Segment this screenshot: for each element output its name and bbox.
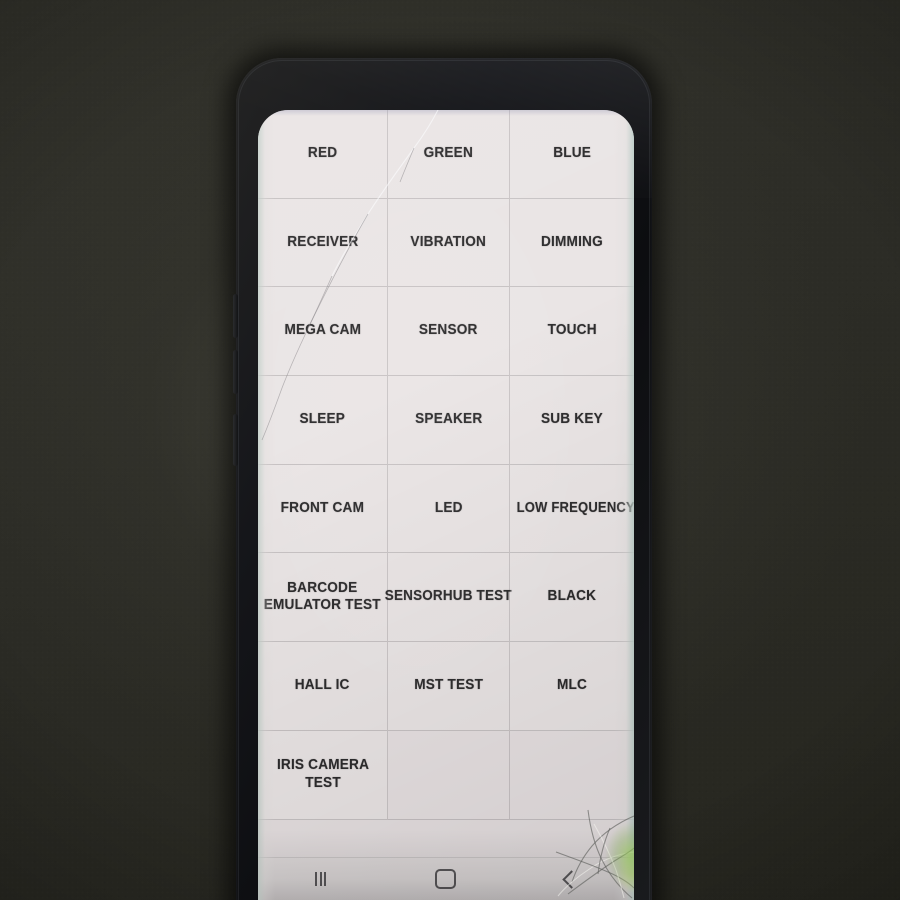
menu-cell-label: IRIS CAMERA TEST (276, 756, 369, 791)
menu-cell-label: MST TEST (414, 677, 484, 694)
menu-cell[interactable]: SPEAKER (388, 376, 511, 465)
menu-cell[interactable]: MST TEST (388, 642, 511, 731)
menu-cell[interactable]: GREEN (388, 110, 511, 199)
menu-cell[interactable]: DIMMING (510, 198, 634, 288)
menu-cell[interactable]: IRIS CAMERA TEST (258, 730, 389, 820)
phone-screen[interactable]: RED GREEN BLUE RECEIVER VIBRATION DIMMING MEGA… (258, 110, 634, 900)
menu-cell[interactable]: MLC (510, 642, 634, 731)
menu-cell-label: BLUE (553, 145, 592, 161)
recent-apps-icon (315, 872, 327, 886)
navigation-bar (258, 857, 634, 900)
screenshot-canvas: RED GREEN BLUE RECEIVER VIBRATION DIMMING MEGA… (0, 0, 900, 900)
home-icon (435, 869, 457, 889)
menu-cell-label: RECEIVER (286, 233, 359, 250)
menu-cell[interactable]: SENSOR (388, 287, 511, 377)
menu-cell[interactable]: VIBRATION (388, 198, 511, 288)
menu-cell-label: MLC (557, 677, 588, 694)
recents-button[interactable] (258, 858, 383, 900)
menu-cell-empty (510, 730, 634, 820)
menu-cell[interactable]: BARCODE EMULATOR TEST (258, 553, 389, 643)
menu-cell-label: DIMMING (541, 233, 604, 250)
menu-cell[interactable]: FRONT CAM (258, 464, 389, 554)
menu-cell[interactable]: RECEIVER (258, 198, 389, 288)
menu-cell-label: SENSORHUB TEST (385, 588, 513, 605)
volume-up-button[interactable] (233, 294, 238, 338)
volume-down-button[interactable] (233, 350, 238, 394)
bixby-button[interactable] (233, 414, 238, 466)
menu-cell[interactable]: MEGA CAM (258, 287, 389, 377)
menu-cell[interactable]: TOUCH (510, 287, 634, 377)
menu-cell[interactable]: BLUE (510, 110, 634, 199)
menu-cell[interactable]: LOW FREQUENCY (510, 464, 634, 554)
home-button[interactable] (383, 858, 508, 900)
back-icon (562, 869, 581, 889)
menu-cell-label: HALL IC (295, 677, 350, 694)
menu-cell-label: MEGA CAM (284, 322, 361, 339)
menu-cell[interactable]: SUB KEY (510, 376, 634, 465)
menu-cell-label: SPEAKER (415, 411, 483, 428)
service-menu-grid: RED GREEN BLUE RECEIVER VIBRATION DIMMING MEGA… (258, 110, 634, 900)
menu-cell[interactable]: LED (388, 464, 511, 554)
back-button[interactable] (509, 858, 634, 900)
menu-cell-empty (388, 730, 511, 820)
menu-cell-label: BLACK (547, 588, 597, 605)
menu-cell[interactable]: SENSORHUB TEST (385, 553, 513, 643)
menu-cell-label: GREEN (423, 145, 474, 161)
menu-cell-label: VIBRATION (410, 233, 487, 250)
menu-cell-label: SLEEP (299, 411, 346, 428)
menu-cell-label: FRONT CAM (280, 499, 365, 516)
menu-cell-label: RED (307, 145, 338, 161)
menu-cell[interactable]: RED (258, 110, 389, 199)
menu-cell-label: LOW FREQUENCY (516, 499, 634, 516)
menu-cell[interactable]: HALL IC (258, 642, 389, 731)
menu-cell-label: SUB KEY (541, 411, 604, 428)
menu-cell-label: LED (434, 499, 463, 516)
menu-cell[interactable]: BLACK (510, 553, 634, 643)
menu-cell[interactable]: SLEEP (258, 376, 389, 465)
menu-cell-label: BARCODE EMULATOR TEST (264, 579, 382, 614)
menu-cell-label: TOUCH (547, 322, 597, 339)
menu-cell-label: SENSOR (419, 322, 479, 339)
